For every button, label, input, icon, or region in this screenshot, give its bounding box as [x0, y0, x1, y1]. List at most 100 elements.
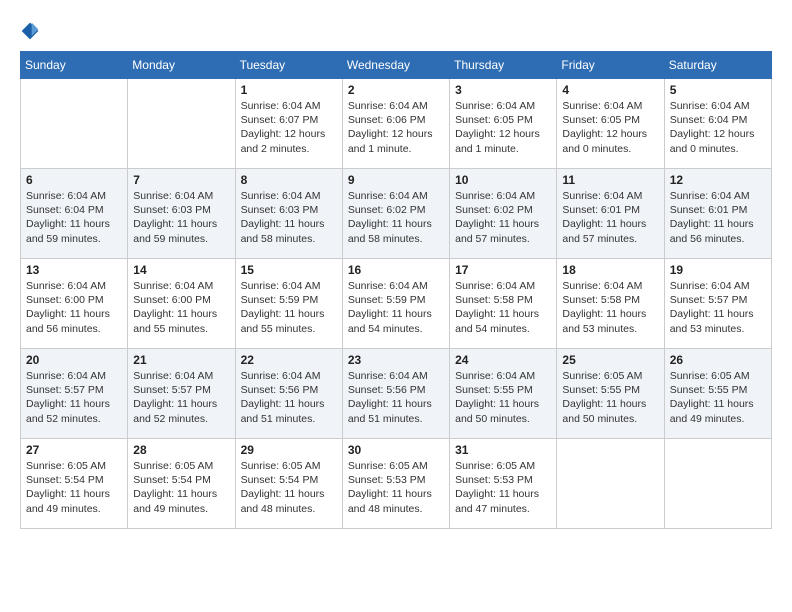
- day-number: 13: [26, 263, 122, 277]
- calendar-cell: 12Sunrise: 6:04 AM Sunset: 6:01 PM Dayli…: [664, 169, 771, 259]
- day-number: 16: [348, 263, 444, 277]
- day-info: Sunrise: 6:04 AM Sunset: 6:01 PM Dayligh…: [562, 189, 658, 246]
- day-number: 5: [670, 83, 766, 97]
- calendar-week-5: 27 Sunrise: 6:05 AM Sunset: 5:54 PM Dayli…: [21, 439, 772, 529]
- calendar-cell: 4Sunrise: 6:04 AM Sunset: 6:05 PM Daylig…: [557, 79, 664, 169]
- calendar-cell: 1 Sunrise: 6:04 AM Sunset: 6:07 PM Daylig…: [235, 79, 342, 169]
- day-info: Sunrise: 6:04 AM Sunset: 5:57 PM Dayligh…: [670, 279, 766, 336]
- calendar-cell: 21Sunrise: 6:04 AM Sunset: 5:57 PM Dayli…: [128, 349, 235, 439]
- day-info: Sunrise: 6:04 AM Sunset: 5:59 PM Dayligh…: [348, 279, 444, 336]
- day-info: Sunrise: 6:05 AM Sunset: 5:55 PM Dayligh…: [562, 369, 658, 426]
- calendar-body: 1 Sunrise: 6:04 AM Sunset: 6:07 PM Daylig…: [21, 79, 772, 529]
- day-header-thursday: Thursday: [450, 52, 557, 79]
- day-number: 15: [241, 263, 337, 277]
- logo: [20, 20, 44, 41]
- day-number: 6: [26, 173, 122, 187]
- calendar: SundayMondayTuesdayWednesdayThursdayFrid…: [20, 51, 772, 529]
- calendar-cell: 10 Sunrise: 6:04 AM Sunset: 6:02 PM Dayli…: [450, 169, 557, 259]
- day-number: 22: [241, 353, 337, 367]
- day-number: 23: [348, 353, 444, 367]
- day-number: 17: [455, 263, 551, 277]
- day-info: Sunrise: 6:05 AM Sunset: 5:53 PM Dayligh…: [455, 459, 551, 516]
- calendar-cell: [557, 439, 664, 529]
- day-number: 27: [26, 443, 122, 457]
- day-header-sunday: Sunday: [21, 52, 128, 79]
- calendar-cell: 17 Sunrise: 6:04 AM Sunset: 5:58 PM Dayli…: [450, 259, 557, 349]
- day-info: Sunrise: 6:04 AM Sunset: 6:07 PM Dayligh…: [241, 99, 337, 156]
- day-info: Sunrise: 6:04 AM Sunset: 6:00 PM Dayligh…: [26, 279, 122, 336]
- calendar-cell: 15Sunrise: 6:04 AM Sunset: 5:59 PM Dayli…: [235, 259, 342, 349]
- calendar-cell: 31 Sunrise: 6:05 AM Sunset: 5:53 PM Dayli…: [450, 439, 557, 529]
- day-info: Sunrise: 6:04 AM Sunset: 5:56 PM Dayligh…: [241, 369, 337, 426]
- calendar-cell: 30Sunrise: 6:05 AM Sunset: 5:53 PM Dayli…: [342, 439, 449, 529]
- calendar-cell: 14Sunrise: 6:04 AM Sunset: 6:00 PM Dayli…: [128, 259, 235, 349]
- day-info: Sunrise: 6:04 AM Sunset: 6:04 PM Dayligh…: [26, 189, 122, 246]
- day-header-saturday: Saturday: [664, 52, 771, 79]
- calendar-cell: 28 Sunrise: 6:05 AM Sunset: 5:54 PM Dayli…: [128, 439, 235, 529]
- header: [20, 20, 772, 41]
- calendar-cell: 29 Sunrise: 6:05 AM Sunset: 5:54 PM Dayli…: [235, 439, 342, 529]
- day-info: Sunrise: 6:04 AM Sunset: 5:56 PM Dayligh…: [348, 369, 444, 426]
- day-number: 8: [241, 173, 337, 187]
- day-info: Sunrise: 6:05 AM Sunset: 5:54 PM Dayligh…: [133, 459, 229, 516]
- calendar-cell: 19 Sunrise: 6:04 AM Sunset: 5:57 PM Dayli…: [664, 259, 771, 349]
- day-number: 9: [348, 173, 444, 187]
- calendar-cell: 20 Sunrise: 6:04 AM Sunset: 5:57 PM Dayli…: [21, 349, 128, 439]
- calendar-cell: 7Sunrise: 6:04 AM Sunset: 6:03 PM Daylig…: [128, 169, 235, 259]
- calendar-cell: [664, 439, 771, 529]
- day-info: Sunrise: 6:04 AM Sunset: 5:58 PM Dayligh…: [562, 279, 658, 336]
- day-info: Sunrise: 6:04 AM Sunset: 5:57 PM Dayligh…: [133, 369, 229, 426]
- day-number: 19: [670, 263, 766, 277]
- calendar-cell: 5 Sunrise: 6:04 AM Sunset: 6:04 PM Daylig…: [664, 79, 771, 169]
- day-number: 2: [348, 83, 444, 97]
- logo-icon: [20, 21, 40, 41]
- day-info: Sunrise: 6:04 AM Sunset: 6:04 PM Dayligh…: [670, 99, 766, 156]
- calendar-week-4: 20 Sunrise: 6:04 AM Sunset: 5:57 PM Dayli…: [21, 349, 772, 439]
- day-info: Sunrise: 6:05 AM Sunset: 5:53 PM Dayligh…: [348, 459, 444, 516]
- calendar-cell: 3 Sunrise: 6:04 AM Sunset: 6:05 PM Daylig…: [450, 79, 557, 169]
- calendar-cell: 18 Sunrise: 6:04 AM Sunset: 5:58 PM Dayli…: [557, 259, 664, 349]
- day-header-friday: Friday: [557, 52, 664, 79]
- day-info: Sunrise: 6:05 AM Sunset: 5:55 PM Dayligh…: [670, 369, 766, 426]
- day-number: 24: [455, 353, 551, 367]
- day-info: Sunrise: 6:04 AM Sunset: 6:01 PM Dayligh…: [670, 189, 766, 246]
- day-number: 29: [241, 443, 337, 457]
- day-number: 20: [26, 353, 122, 367]
- day-number: 31: [455, 443, 551, 457]
- calendar-cell: 22 Sunrise: 6:04 AM Sunset: 5:56 PM Dayli…: [235, 349, 342, 439]
- calendar-cell: 8 Sunrise: 6:04 AM Sunset: 6:03 PM Daylig…: [235, 169, 342, 259]
- calendar-cell: 6 Sunrise: 6:04 AM Sunset: 6:04 PM Daylig…: [21, 169, 128, 259]
- day-info: Sunrise: 6:05 AM Sunset: 5:54 PM Dayligh…: [241, 459, 337, 516]
- day-number: 18: [562, 263, 658, 277]
- day-number: 25: [562, 353, 658, 367]
- day-number: 3: [455, 83, 551, 97]
- calendar-week-2: 6 Sunrise: 6:04 AM Sunset: 6:04 PM Daylig…: [21, 169, 772, 259]
- calendar-cell: 25 Sunrise: 6:05 AM Sunset: 5:55 PM Dayli…: [557, 349, 664, 439]
- day-info: Sunrise: 6:04 AM Sunset: 6:02 PM Dayligh…: [455, 189, 551, 246]
- day-info: Sunrise: 6:04 AM Sunset: 5:58 PM Dayligh…: [455, 279, 551, 336]
- day-info: Sunrise: 6:04 AM Sunset: 6:05 PM Dayligh…: [455, 99, 551, 156]
- day-number: 28: [133, 443, 229, 457]
- calendar-cell: 2 Sunrise: 6:04 AM Sunset: 6:06 PM Daylig…: [342, 79, 449, 169]
- day-header-tuesday: Tuesday: [235, 52, 342, 79]
- calendar-cell: 23 Sunrise: 6:04 AM Sunset: 5:56 PM Dayli…: [342, 349, 449, 439]
- calendar-cell: 27 Sunrise: 6:05 AM Sunset: 5:54 PM Dayli…: [21, 439, 128, 529]
- day-info: Sunrise: 6:04 AM Sunset: 6:00 PM Dayligh…: [133, 279, 229, 336]
- calendar-cell: 16 Sunrise: 6:04 AM Sunset: 5:59 PM Dayli…: [342, 259, 449, 349]
- day-number: 11: [562, 173, 658, 187]
- day-number: 7: [133, 173, 229, 187]
- calendar-cell: 24Sunrise: 6:04 AM Sunset: 5:55 PM Dayli…: [450, 349, 557, 439]
- day-number: 1: [241, 83, 337, 97]
- day-number: 10: [455, 173, 551, 187]
- calendar-cell: 26Sunrise: 6:05 AM Sunset: 5:55 PM Dayli…: [664, 349, 771, 439]
- day-info: Sunrise: 6:04 AM Sunset: 5:57 PM Dayligh…: [26, 369, 122, 426]
- calendar-cell: [128, 79, 235, 169]
- day-info: Sunrise: 6:04 AM Sunset: 6:06 PM Dayligh…: [348, 99, 444, 156]
- calendar-cell: [21, 79, 128, 169]
- day-info: Sunrise: 6:04 AM Sunset: 6:03 PM Dayligh…: [241, 189, 337, 246]
- calendar-week-3: 13 Sunrise: 6:04 AM Sunset: 6:00 PM Dayli…: [21, 259, 772, 349]
- calendar-header-row: SundayMondayTuesdayWednesdayThursdayFrid…: [21, 52, 772, 79]
- day-info: Sunrise: 6:05 AM Sunset: 5:54 PM Dayligh…: [26, 459, 122, 516]
- day-number: 4: [562, 83, 658, 97]
- calendar-cell: 11 Sunrise: 6:04 AM Sunset: 6:01 PM Dayli…: [557, 169, 664, 259]
